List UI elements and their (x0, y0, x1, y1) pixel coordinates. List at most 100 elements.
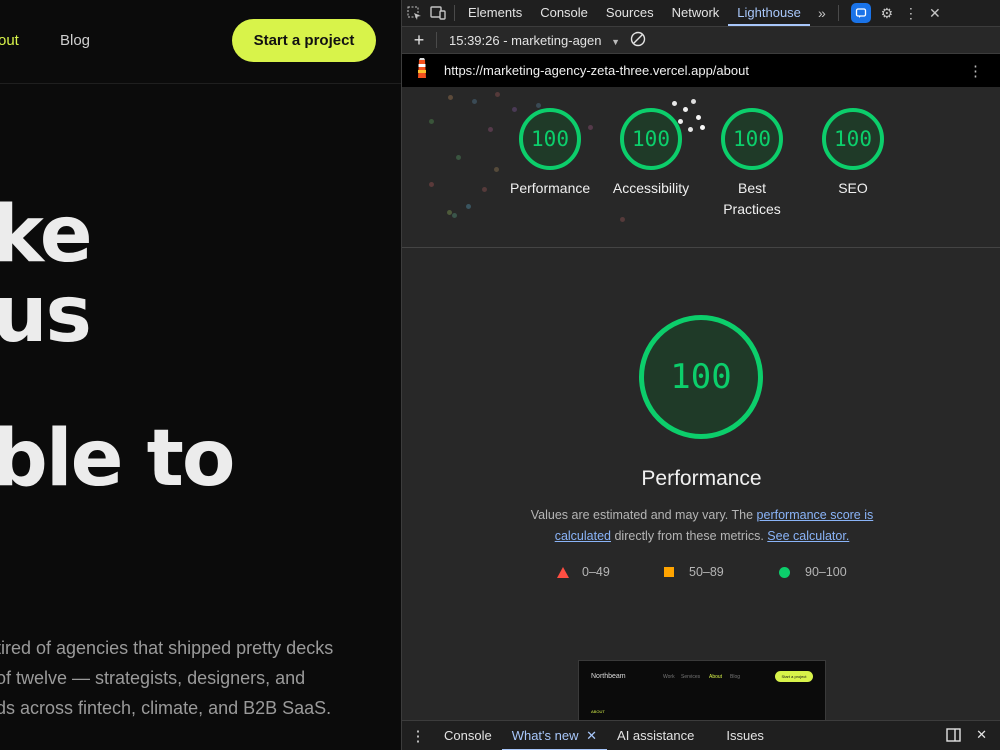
thumb-link: Work (663, 674, 675, 680)
site-nav: out Blog Start a project (0, 0, 401, 84)
pass-circle-icon (779, 566, 790, 578)
chevron-down-icon: ▼ (611, 36, 621, 47)
legend-pass: 90–100 (779, 565, 847, 579)
new-report-icon[interactable]: + (402, 30, 436, 51)
drawer-tab-ai-assistance[interactable]: AI assistance (607, 721, 704, 750)
legend-fail: 0–49 (557, 565, 610, 579)
lighthouse-toolbar: + 15:39:26 - marketing-agen ▼ (402, 27, 1000, 54)
gauge-best-practices[interactable]: 100 Best Practices (712, 108, 792, 220)
drawer-tab-issues[interactable]: Issues (716, 721, 774, 750)
average-square-icon (664, 567, 674, 577)
intro-line-3: ds across fintech, climate, and B2B SaaS… (0, 698, 332, 718)
close-tab-icon[interactable]: ✕ (586, 728, 597, 743)
website-viewport: out Blog Start a project ke us ble to ti… (0, 0, 401, 750)
url-menu-icon[interactable]: ⋮ (968, 62, 983, 80)
gauge-seo-label: SEO (838, 180, 868, 196)
devtools-drawer: ⋮ Console What's new ✕ AI assistance Iss… (402, 720, 1000, 750)
report-url-bar: https://marketing-agency-zeta-three.verc… (402, 54, 1000, 87)
see-calculator-link[interactable]: See calculator. (767, 529, 849, 543)
close-devtools-icon[interactable]: ✕ (923, 0, 947, 26)
report-select[interactable]: 15:39:26 - marketing-agen ▼ (449, 33, 620, 48)
confetti-dot (448, 95, 453, 100)
score-summary: 100 Performance 100 Accessibility 100 Be… (402, 87, 1000, 248)
confetti-dot (494, 167, 499, 172)
confetti-dot (691, 99, 696, 104)
confetti-dot (466, 204, 471, 209)
legend-pass-range: 90–100 (805, 565, 847, 579)
gauge-seo-score: 100 (822, 108, 884, 170)
confetti-dot (495, 92, 500, 97)
legend-average-range: 50–89 (689, 565, 724, 579)
lighthouse-logo-icon (414, 58, 432, 83)
thumb-cta: Start a project (775, 671, 813, 682)
ai-assistant-icon[interactable] (850, 3, 871, 23)
tab-console[interactable]: Console (531, 0, 597, 26)
drawer-tab-console[interactable]: Console (434, 721, 502, 750)
fail-triangle-icon (557, 566, 569, 578)
confetti-dot (700, 125, 705, 130)
confetti-dot (472, 99, 477, 104)
confetti-dot (456, 155, 461, 160)
tabbar-divider-2 (837, 5, 839, 21)
gauge-seo[interactable]: 100 SEO (813, 108, 893, 199)
confetti-dot (429, 182, 434, 187)
gauge-best-practices-score: 100 (721, 108, 783, 170)
gauge-accessibility-label: Accessibility (612, 180, 690, 196)
devtools-tabbar: Elements Console Sources Network Lightho… (402, 0, 1000, 27)
desc-text-2: directly from these metrics. (611, 529, 768, 543)
hero-line-2: us (0, 270, 92, 360)
confetti-dot (447, 210, 452, 215)
confetti-dot (482, 187, 487, 192)
tab-network[interactable]: Network (663, 0, 729, 26)
report-url[interactable]: https://marketing-agency-zeta-three.verc… (444, 63, 749, 78)
confetti-dot (488, 127, 493, 132)
settings-gear-icon[interactable]: ⚙ (875, 0, 899, 26)
confetti-dot (672, 101, 677, 106)
thumb-link: Blog (730, 674, 741, 680)
confetti-dot (452, 213, 457, 218)
nav-about-link[interactable]: out (0, 32, 19, 49)
device-toolbar-icon[interactable] (426, 0, 450, 26)
confetti-dot (696, 115, 701, 120)
dock-side-icon[interactable] (946, 728, 961, 745)
legend-average: 50–89 (664, 565, 724, 579)
close-drawer-icon[interactable]: ✕ (976, 727, 987, 743)
thumb-link: Services (681, 674, 701, 680)
tab-lighthouse[interactable]: Lighthouse (728, 0, 810, 26)
drawer-tab-whats-new[interactable]: What's new ✕ (501, 721, 608, 750)
intro-line-1: tired of agencies that shipped pretty de… (0, 638, 334, 658)
clear-reports-icon[interactable] (630, 31, 646, 50)
performance-gauge-large: 100 (639, 315, 763, 439)
tab-elements[interactable]: Elements (459, 0, 531, 26)
report-select-label: 15:39:26 - marketing-agen (449, 32, 602, 48)
tab-sources[interactable]: Sources (597, 0, 663, 26)
performance-title: Performance (641, 467, 762, 490)
desc-text-1: Values are estimated and may vary. The (530, 508, 757, 522)
start-project-button[interactable]: Start a project (232, 19, 376, 62)
gauge-best-practices-label: Best Practices (723, 180, 781, 217)
gauge-accessibility[interactable]: 100 Accessibility (611, 108, 691, 199)
more-tabs-icon[interactable]: » (810, 0, 834, 26)
inspect-element-icon[interactable] (402, 0, 426, 26)
thumb-link: About (709, 674, 723, 680)
legend-fail-range: 0–49 (582, 565, 610, 579)
hero-line-1: ke (0, 190, 93, 280)
thumb-brand: Northbeam (591, 673, 626, 680)
confetti-dot (620, 217, 625, 222)
drawer-tab-whats-new-label: What's new (511, 728, 579, 743)
gauge-performance[interactable]: 100 Performance (510, 108, 590, 199)
gauge-accessibility-score: 100 (620, 108, 682, 170)
tabbar-divider (454, 5, 455, 21)
gauge-performance-score: 100 (519, 108, 581, 170)
confetti-dot (429, 119, 434, 124)
devtools-panel: Elements Console Sources Network Lightho… (401, 0, 1000, 750)
gauge-performance-label: Performance (510, 180, 591, 196)
thumb-section-label: ABOUT (591, 709, 605, 714)
more-options-icon[interactable]: ⋮ (899, 0, 923, 26)
performance-description: Values are estimated and may vary. The p… (512, 505, 892, 547)
toolbar-divider (436, 32, 437, 48)
drawer-menu-icon[interactable]: ⋮ (402, 727, 434, 745)
hero-line-3: ble to (0, 414, 235, 504)
nav-blog-link[interactable]: Blog (60, 32, 90, 49)
intro-line-2: of twelve — strategists, designers, and (0, 668, 306, 688)
